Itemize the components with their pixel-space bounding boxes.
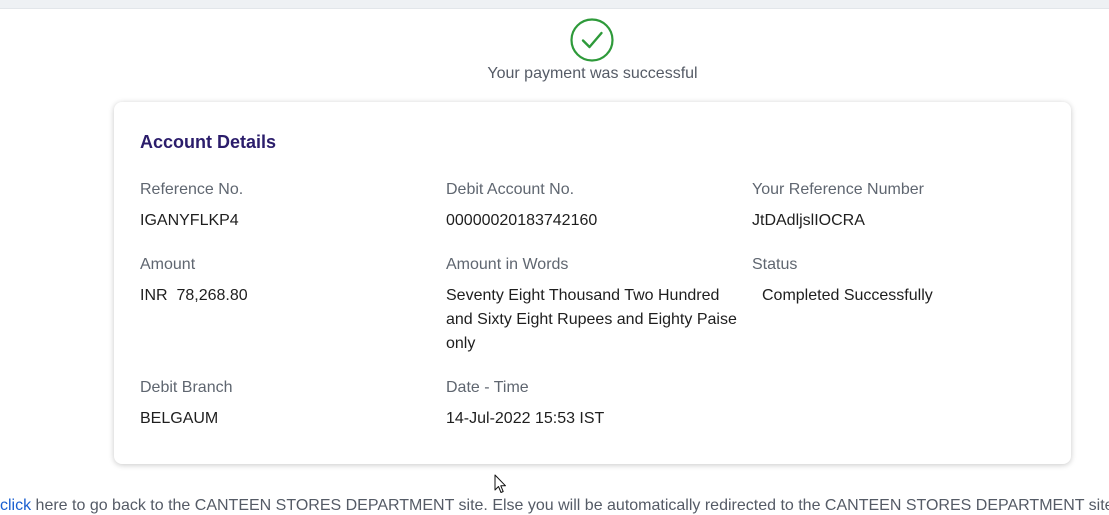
redirect-notice: click here to go back to the CANTEEN STO…	[0, 497, 1109, 515]
status-field: Status Completed Successfully	[752, 255, 1052, 308]
date-time-value: 14-Jul-2022 15:53 IST	[446, 410, 605, 427]
status-label: Status	[752, 256, 798, 273]
status-value: Completed Successfully	[762, 287, 933, 304]
check-circle-icon	[570, 18, 614, 62]
reference-no-value: IGANYFLKP4	[140, 212, 239, 229]
your-reference-number-label: Your Reference Number	[752, 181, 924, 198]
mouse-pointer-icon	[494, 474, 506, 493]
card-title: Account Details	[140, 132, 277, 152]
amount-value: INR 78,268.80	[140, 287, 248, 304]
amount-in-words-label: Amount in Words	[446, 256, 569, 273]
debit-account-no-field: Debit Account No. 00000020183742160	[446, 180, 746, 233]
debit-branch-field: Debit Branch BELGAUM	[140, 378, 440, 431]
reference-no-field: Reference No. IGANYFLKP4	[140, 180, 440, 233]
date-time-field: Date - Time 14-Jul-2022 15:53 IST	[446, 378, 746, 431]
your-reference-number-value: JtDAdljslIOCRA	[752, 212, 865, 229]
debit-account-no-label: Debit Account No.	[446, 181, 575, 198]
amount-in-words-value: Seventy Eight Thousand Two Hundred and S…	[446, 287, 737, 352]
amount-label: Amount	[140, 256, 196, 273]
reference-no-label: Reference No.	[140, 181, 244, 198]
payment-success-message: Your payment was successful	[487, 65, 698, 82]
top-strip	[0, 0, 1109, 9]
debit-account-no-value: 00000020183742160	[446, 212, 598, 229]
amount-in-words-field: Amount in Words Seventy Eight Thousand T…	[446, 255, 746, 356]
date-time-label: Date - Time	[446, 379, 529, 396]
amount-field: Amount INR 78,268.80	[140, 255, 440, 308]
debit-branch-label: Debit Branch	[140, 379, 233, 396]
debit-branch-value: BELGAUM	[140, 410, 219, 427]
your-reference-number-field: Your Reference Number JtDAdljslIOCRA	[752, 180, 1052, 233]
account-details-card: Account Details Reference No. IGANYFLKP4…	[114, 102, 1071, 464]
